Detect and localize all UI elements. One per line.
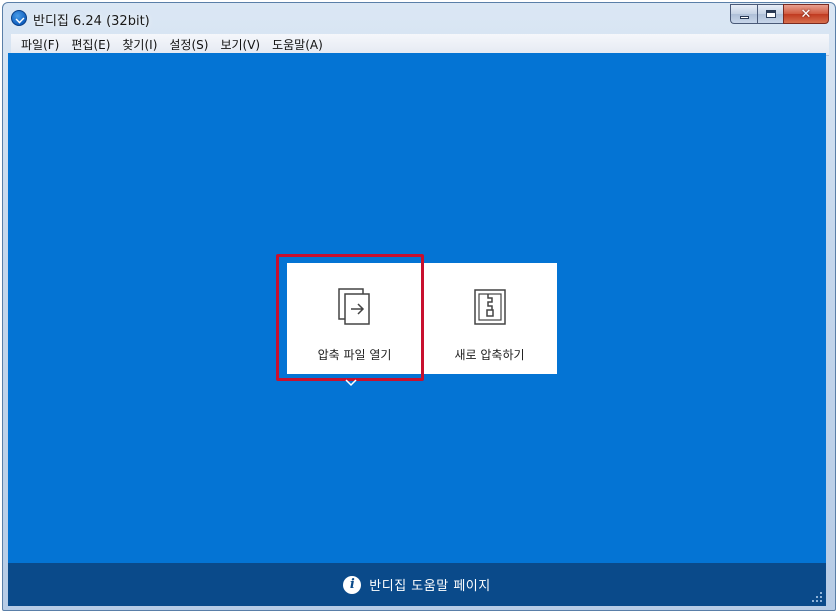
- open-archive-icon: [337, 288, 370, 325]
- maximize-button[interactable]: [757, 4, 783, 24]
- zip-file-icon: [473, 289, 506, 325]
- new-archive-button[interactable]: 새로 압축하기: [422, 263, 557, 374]
- resize-grip-icon[interactable]: [812, 592, 822, 602]
- menu-file[interactable]: 파일(F): [15, 35, 65, 55]
- minimize-icon: [739, 15, 749, 19]
- main-panel: 압축 파일 열기 새로 압축하기: [8, 53, 826, 563]
- menu-settings[interactable]: 설정(S): [163, 35, 214, 55]
- menu-find[interactable]: 찾기(I): [116, 35, 163, 55]
- open-archive-button[interactable]: 압축 파일 열기: [287, 263, 422, 374]
- window-title: 반디집 6.24 (32bit): [33, 14, 150, 29]
- info-icon: i: [343, 575, 362, 594]
- open-archive-label: 압축 파일 열기: [317, 348, 392, 362]
- close-icon: ✕: [800, 6, 812, 22]
- help-page-link[interactable]: 반디집 도움말 페이지: [369, 575, 490, 594]
- maximize-icon: [765, 10, 776, 18]
- chevron-down-icon[interactable]: [345, 379, 357, 387]
- new-archive-label: 새로 압축하기: [454, 348, 525, 362]
- minimize-button[interactable]: [730, 4, 757, 24]
- close-button[interactable]: ✕: [783, 4, 829, 24]
- bandizip-app-icon[interactable]: [11, 10, 27, 26]
- window-controls: ✕: [730, 4, 829, 24]
- help-footer[interactable]: i 반디집 도움말 페이지: [8, 563, 826, 606]
- menu-edit[interactable]: 편집(E): [65, 35, 116, 55]
- title-bar[interactable]: 반디집 6.24 (32bit) ✕: [3, 3, 835, 33]
- menu-help[interactable]: 도움말(A): [266, 35, 329, 55]
- menu-view[interactable]: 보기(V): [214, 35, 266, 55]
